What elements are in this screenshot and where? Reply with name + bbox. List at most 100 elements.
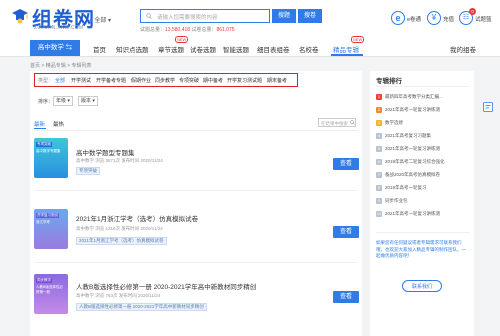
album-meta: 高中数学 浏览 763次 发布时间 2020/11/24 — [76, 293, 161, 298]
cover-subtitle: 高中数学专题集 — [36, 149, 61, 153]
nav-item-my-papers[interactable]: 我的组卷 — [450, 44, 476, 54]
ranking-item[interactable]: 2021年高考一轮复习讲练测 — [385, 107, 440, 113]
feedback-icon[interactable] — [483, 102, 493, 112]
filter-label: 类型： — [38, 78, 54, 84]
nav-item-detail-table[interactable]: 细目表组卷 — [257, 44, 290, 54]
version-select-value: 版本 — [81, 98, 92, 104]
rank-badge-9: 9 — [376, 198, 382, 204]
rank-badge-3: 3 — [376, 120, 382, 126]
rank-badge-7: 7 — [376, 172, 382, 178]
ranking-item[interactable]: 最新四年高考数学分类汇编... — [385, 94, 443, 100]
basket-count-badge: 0 — [469, 8, 476, 15]
view-button[interactable]: 查看 — [333, 226, 359, 238]
nav-item-smart[interactable]: 智能选题 — [223, 44, 249, 54]
tab-active-underline — [34, 128, 46, 129]
nav-item-famous-school[interactable]: 名校卷 — [299, 44, 319, 54]
ranking-item[interactable]: 2019年高考一轮复习 — [385, 185, 427, 191]
filter-option-holiday[interactable]: 假期作业 — [131, 77, 151, 84]
nav-item-premium[interactable]: 精品专辑 — [333, 44, 359, 54]
album-tag[interactable]: 人教B版选择性必修第一册 2020-2021学年高中新教材同步精创 — [76, 303, 207, 311]
album-tag[interactable]: 2021年1月浙江学考（选考）仿真模拟试卷 — [76, 237, 167, 245]
filter-option-midterm[interactable]: 期中备考 — [203, 77, 223, 84]
grade-select[interactable]: 年级 ▾ — [53, 96, 73, 106]
album-tag[interactable]: 专项突破 — [76, 167, 100, 175]
tab-latest[interactable]: 最新 — [34, 120, 45, 128]
new-badge: NEW — [351, 36, 365, 43]
search-questions-button[interactable]: 搜题 — [272, 9, 296, 23]
subject-label: 高中数学 — [37, 44, 64, 51]
yuan-icon[interactable]: ¥ — [427, 11, 441, 25]
rank-badge-1: 1 — [376, 94, 382, 100]
search-icon — [146, 13, 152, 19]
contact-us-button[interactable]: 联系我们 — [402, 280, 442, 292]
ranking-item[interactable]: 同步作业包 — [385, 198, 408, 204]
filter-option-opening-prep[interactable]: 开学备考专题 — [96, 77, 126, 84]
ranking-item[interactable]: 备战2020年高考仿真模拟卷 — [385, 172, 440, 178]
stats-prefix: 试题总量： — [140, 27, 166, 33]
cover-subtitle: 人教B版选择性必修第一册 — [36, 285, 63, 294]
new-badge: NEW — [175, 36, 189, 43]
ranking-item[interactable]: 2021年高考一轮复习讲练测 — [385, 211, 440, 217]
album-meta: 高中数学 浏览 1216次 发布时间 2020/11/24 — [76, 226, 163, 231]
divider — [34, 262, 358, 263]
breadcrumb: 首页 > 精品专辑 > 专辑列表 — [30, 63, 92, 69]
version-select[interactable]: 版本 ▾ — [78, 96, 98, 106]
search-placeholder: 请输入您需要搜索的内容 — [157, 15, 218, 21]
filter-option-review[interactable]: 开学复习测试题 — [227, 77, 262, 84]
nav-item-chapter[interactable]: 章节选题 — [158, 44, 184, 54]
nav-active-underline — [331, 54, 363, 56]
view-button[interactable]: 查看 — [333, 291, 359, 303]
album-title[interactable]: 2021年1月浙江学考（选考）仿真模拟试卷 — [76, 213, 198, 223]
paper-count: 861,075 — [216, 27, 235, 33]
rank-badge-8: 8 — [376, 185, 382, 191]
grade-select-value: 年级 — [56, 98, 67, 104]
filter-option-opening-test[interactable]: 开学测试 — [71, 77, 91, 84]
location-label: 全部 — [94, 18, 107, 24]
chevron-down-icon: ▾ — [92, 98, 95, 104]
ranking-title: 专辑排行 — [376, 78, 402, 85]
filter-option-sync[interactable]: 同步教学 — [155, 77, 175, 84]
search-icon[interactable] — [350, 120, 355, 125]
ranking-item[interactable]: 2021年高考复习习题集 — [385, 133, 431, 139]
album-title[interactable]: 人教B版选择性必修第一册 2020-2021学年高中新教材同步精创 — [76, 281, 256, 291]
graduation-cap-icon — [12, 9, 28, 24]
divider — [376, 232, 470, 233]
filter-option-special[interactable]: 专项突破 — [179, 77, 199, 84]
ranking-item[interactable]: 数学选修 — [385, 120, 403, 126]
e-book-icon[interactable]: e — [391, 11, 405, 25]
nav-item-knowledge[interactable]: 知识点选题 — [116, 44, 149, 54]
logo-url: ZUJUAN.XKW.COM — [34, 25, 84, 31]
divider — [34, 130, 358, 131]
subject-selector[interactable]: 高中数学 ⇆ — [30, 40, 80, 56]
nav-item-home[interactable]: 首页 — [93, 44, 106, 54]
filter-option-all[interactable]: 全部 — [55, 77, 65, 84]
album-meta: 高中数学 浏览 3871次 发布时间 2020/11/24 — [76, 158, 163, 163]
cover-badge: 专项突破 — [36, 142, 52, 147]
contact-promo-text: 如果您有任何疑议或者专辑需求可联系我们哦，也欢迎大家加入精品专辑的制作团队，一起… — [376, 240, 466, 258]
search-papers-button[interactable]: 搜卷 — [298, 9, 322, 23]
stats-mid: 试卷总量： — [191, 27, 217, 33]
view-button[interactable]: 查看 — [333, 158, 359, 170]
location-selector[interactable]: ● 全部 ▾ — [89, 15, 111, 24]
filter-option-final[interactable]: 期末备考 — [267, 77, 287, 84]
chevron-down-icon: ▾ — [107, 18, 111, 24]
location-pin-icon: ● — [89, 18, 93, 24]
tab-hottest[interactable]: 最热 — [53, 120, 64, 128]
chevron-down-icon: ▾ — [67, 98, 70, 104]
rank-badge-5: 5 — [376, 146, 382, 152]
basket-label[interactable]: 试题篮 — [475, 15, 492, 23]
recharge-label[interactable]: 充值 — [443, 15, 454, 23]
sort-label: 排序： — [38, 99, 54, 105]
cover-subtitle: 浙江学考 — [36, 220, 50, 224]
e-book-label[interactable]: e卷通 — [407, 15, 421, 23]
album-title[interactable]: 高中数学题型专题集 — [76, 147, 135, 157]
cover-badge: 同步教学 — [36, 278, 52, 283]
nav-item-paper[interactable]: 试卷选题 — [190, 44, 216, 54]
cover-badge: 开学复习测试 — [36, 213, 59, 218]
ranking-item[interactable]: 2019年高考二轮复习综合强化 — [385, 159, 445, 165]
rank-badge-10: 10 — [376, 211, 382, 217]
switch-icon: ⇆ — [65, 44, 73, 51]
ranking-item[interactable]: 2021年高考一轮复习讲练测 — [385, 146, 440, 152]
question-count: 13,580,418 — [165, 27, 191, 33]
rank-badge-2: 2 — [376, 107, 382, 113]
